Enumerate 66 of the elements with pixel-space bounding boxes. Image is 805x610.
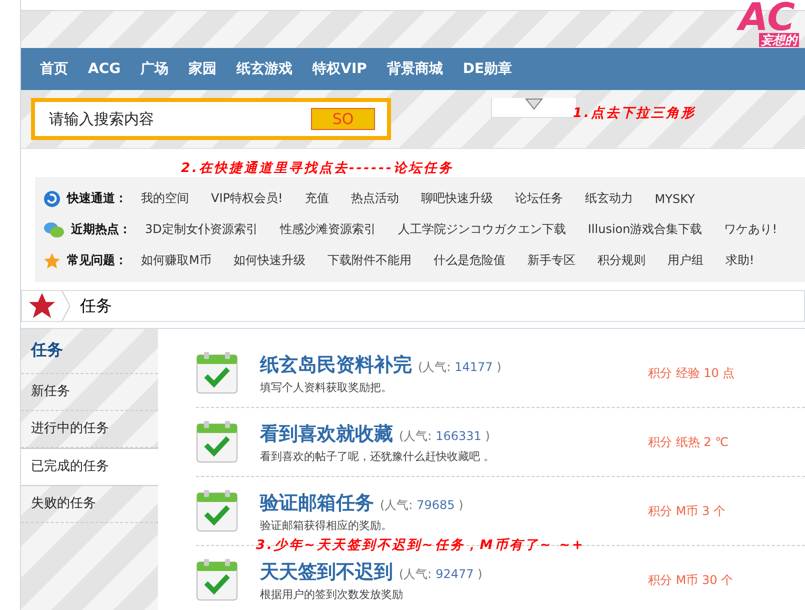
task-title[interactable]: 看到喜欢就收藏 <box>260 420 393 446</box>
calendar-check-icon <box>196 351 238 395</box>
sidebar-item[interactable]: 已完成的任务 <box>21 448 158 486</box>
calendar-check-icon <box>196 558 238 602</box>
quick-link[interactable]: 3D定制女仆资源索引 <box>145 221 258 238</box>
nav-link[interactable]: 首页 <box>30 60 78 78</box>
quick-link[interactable]: 充值 <box>304 190 329 207</box>
popularity-text: (人气: 92477 ) <box>399 566 482 582</box>
quick-label: 近期热点： <box>71 221 131 238</box>
quick-link[interactable]: 如何赚取M币 <box>141 252 212 269</box>
quick-link[interactable]: 论坛任务 <box>514 190 563 207</box>
quick-link[interactable]: Illusion游戏合集下载 <box>588 221 702 238</box>
logo-slogan: 妄想的 <box>759 33 799 47</box>
nav-link[interactable]: 广场 <box>130 60 179 78</box>
task-reward: 积分 M币 30 个 <box>648 572 734 588</box>
nav-link[interactable]: 纸玄游戏 <box>226 60 303 78</box>
nav-link[interactable]: ACG <box>78 61 131 77</box>
quick-link[interactable]: 性感沙滩资源索引 <box>280 221 376 238</box>
popularity-text: (人气: 166331 ) <box>399 428 490 444</box>
sidebar-item[interactable]: 失败的任务 <box>21 486 158 523</box>
calendar-check-icon <box>196 489 238 533</box>
task-title[interactable]: 验证邮箱任务 <box>260 490 374 516</box>
annotation: 2.在快捷通道里寻找点去------论坛任务 <box>181 160 454 177</box>
sidebar-title: 任务 <box>21 335 158 374</box>
quick-link[interactable]: 什么是危险值 <box>433 252 506 269</box>
quick-link[interactable]: 聊吧快速升级 <box>420 190 493 207</box>
quick-label: 常见问题： <box>67 252 127 269</box>
quick-link[interactable]: VIP特权会员! <box>211 190 283 207</box>
site-logo: AC <box>738 1 795 33</box>
task-description: 根据用户的签到次数发放奖励 <box>260 586 404 602</box>
task-reward: 积分 纸热 2 ℃ <box>648 434 729 450</box>
quick-link[interactable]: ワケあり! <box>724 221 778 238</box>
annotation: 1.点去下拉三角形 <box>573 106 696 121</box>
refresh-icon <box>43 190 61 208</box>
nav-link[interactable]: DE勋章 <box>452 60 522 78</box>
popularity-text: (人气: 79685 ) <box>380 496 464 514</box>
triangle-icon <box>525 98 543 110</box>
task-description: 看到喜欢的帖子了呢，还犹豫什么赶快收藏吧 。 <box>260 448 496 464</box>
quick-link[interactable]: 我的空间 <box>141 190 189 207</box>
chat-icon <box>43 220 65 238</box>
quick-link[interactable]: MYSKY <box>654 192 695 206</box>
nav-link[interactable]: 背景商城 <box>376 60 453 78</box>
task-title[interactable]: 纸玄岛民资料补完 <box>260 352 412 378</box>
task-description: 验证邮箱获得相应的奖励。 <box>260 518 393 532</box>
task-reward: 积分 M币 3 个 <box>648 502 726 520</box>
nav-link[interactable]: 家园 <box>178 60 227 78</box>
task-reward: 积分 经验 10 点 <box>648 364 735 382</box>
quick-link[interactable]: 积分规则 <box>597 252 646 269</box>
annotation: 3.少年~天天签到不迟到~任务，M币有了~ ~+ <box>256 538 585 553</box>
quick-link[interactable]: 如何快速升级 <box>233 252 306 269</box>
quick-link[interactable]: 人工学院ジンコウガクエン下载 <box>398 221 566 238</box>
task-title[interactable]: 天天签到不迟到 <box>260 558 393 584</box>
popularity-text: (人气: 14177 ) <box>418 358 502 376</box>
calendar-check-icon <box>196 420 238 464</box>
breadcrumb-text: 任务 <box>80 296 112 316</box>
quick-link[interactable]: 热点活动 <box>350 190 399 207</box>
sidebar-item[interactable]: 新任务 <box>21 374 158 411</box>
quick-link[interactable]: 用户组 <box>667 252 704 269</box>
star-icon <box>43 252 61 270</box>
quick-link[interactable]: 新手专区 <box>527 252 576 269</box>
nav-link[interactable]: 特权VIP <box>302 60 377 78</box>
quick-link[interactable]: 纸玄动力 <box>584 190 633 207</box>
task-description: 填写个人资料获取奖励把。 <box>260 380 393 394</box>
quick-link[interactable]: 求助! <box>725 252 754 269</box>
quick-label: 快速通道： <box>67 190 127 207</box>
quick-link[interactable]: 下载附件不能用 <box>327 252 412 269</box>
